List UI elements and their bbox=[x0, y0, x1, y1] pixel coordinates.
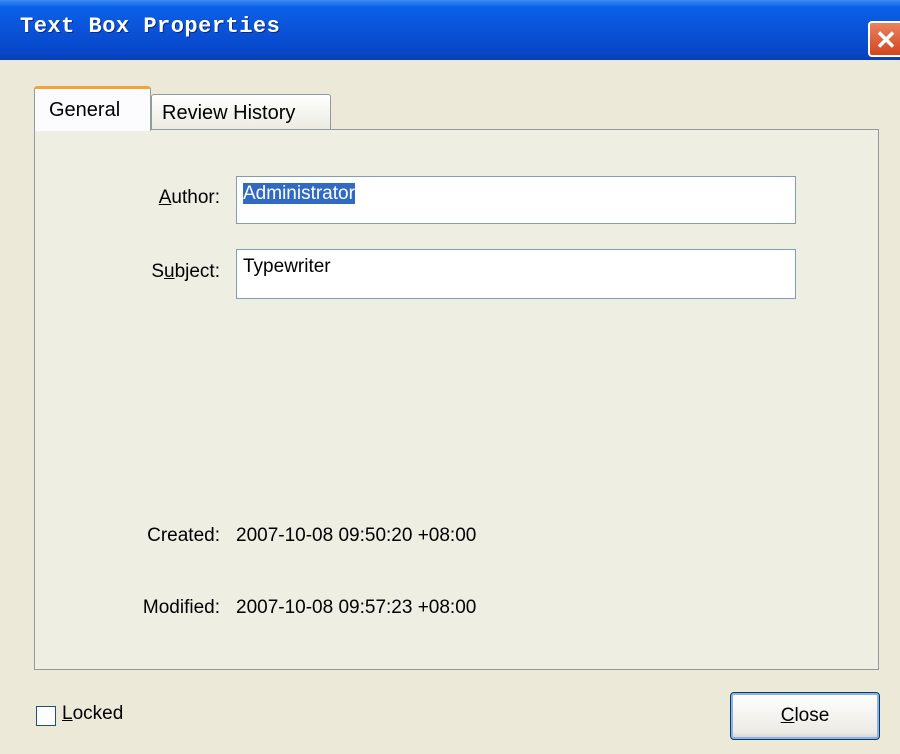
tab-general[interactable]: General bbox=[34, 86, 151, 131]
close-button[interactable]: Close bbox=[730, 692, 880, 740]
created-label: Created: bbox=[147, 525, 220, 546]
tab-general-label: General bbox=[49, 99, 121, 121]
author-value: Administrator bbox=[243, 183, 355, 204]
tab-review-history[interactable]: Review History bbox=[151, 94, 331, 129]
locked-label-text: ocked bbox=[72, 703, 124, 724]
subject-label: Subject: bbox=[120, 261, 220, 283]
close-icon[interactable]: ✕ bbox=[868, 21, 900, 57]
author-field[interactable]: Administrator bbox=[236, 176, 796, 224]
author-label: Author: bbox=[120, 187, 220, 209]
modified-label: Modified: bbox=[142, 597, 220, 618]
close-button-mnemonic: C bbox=[780, 705, 795, 726]
author-label-mnemonic: A bbox=[158, 187, 172, 208]
subject-label-first: S bbox=[151, 261, 164, 282]
subject-label-mnemonic: u bbox=[164, 261, 175, 282]
modified-value: 2007-10-08 09:57:23 +08:00 bbox=[236, 597, 477, 618]
author-label-text: uthor: bbox=[171, 187, 220, 208]
window-title: Text Box Properties bbox=[20, 14, 281, 39]
created-value: 2007-10-08 09:50:20 +08:00 bbox=[236, 525, 477, 546]
locked-label-mnemonic: L bbox=[62, 703, 73, 724]
close-button-label: lose bbox=[794, 705, 830, 726]
title-bar: Text Box Properties bbox=[0, 0, 900, 60]
subject-field[interactable]: Typewriter bbox=[236, 249, 796, 299]
tab-review-history-label: Review History bbox=[162, 102, 296, 124]
locked-label[interactable]: Locked bbox=[62, 703, 123, 725]
subject-value: Typewriter bbox=[243, 256, 331, 277]
locked-checkbox[interactable] bbox=[36, 706, 56, 726]
subject-label-text: bject: bbox=[174, 261, 220, 282]
